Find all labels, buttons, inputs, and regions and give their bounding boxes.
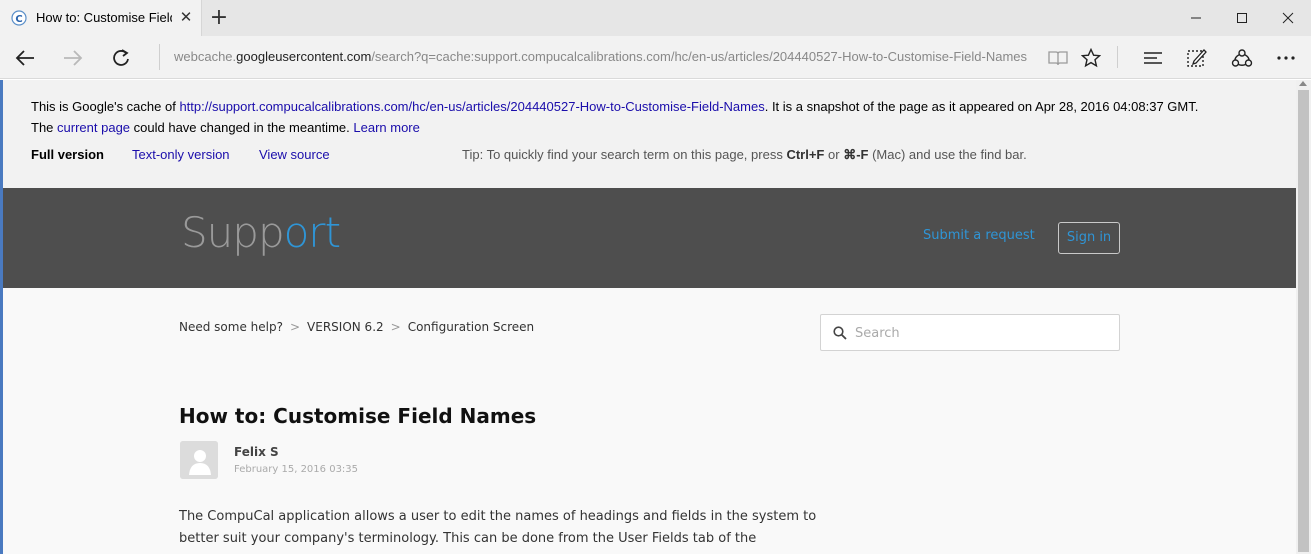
more-icon[interactable]	[1270, 42, 1302, 74]
refresh-icon[interactable]	[105, 42, 137, 74]
scroll-up-icon[interactable]	[1299, 81, 1307, 86]
share-icon[interactable]	[1226, 42, 1258, 74]
breadcrumb: Need some help? > VERSION 6.2 > Configuratio…	[179, 320, 534, 334]
vertical-scrollbar[interactable]	[1296, 80, 1311, 554]
search-icon	[833, 326, 847, 340]
current-page-link[interactable]: current page	[57, 120, 130, 135]
address-toolbar: webcache.googleusercontent.com/search?q=…	[0, 36, 1311, 79]
url-divider	[159, 44, 160, 70]
article-body-line: better suit your company's terminology. …	[179, 531, 757, 546]
toolbar-divider	[1117, 46, 1118, 68]
cache-notice-line2: The current page could have changed in t…	[31, 120, 420, 135]
find-tip: Tip: To quickly find your search term on…	[462, 147, 1027, 162]
scrollbar-thumb[interactable]	[1298, 90, 1309, 552]
tab-title: How to: Customise Field Names	[36, 10, 172, 25]
cached-url-link[interactable]: http://support.compucalcalibrations.com/…	[179, 99, 764, 114]
svg-text:C: C	[15, 14, 22, 25]
search-box[interactable]	[820, 314, 1120, 351]
google-cache-banner: This is Google's cache of http://support…	[0, 80, 1296, 188]
breadcrumb-item-version[interactable]: VERSION 6.2	[307, 320, 384, 334]
hub-icon[interactable]	[1137, 42, 1169, 74]
breadcrumb-item-configuration[interactable]: Configuration Screen	[408, 320, 534, 334]
reading-view-icon[interactable]	[1042, 42, 1074, 74]
article-title: How to: Customise Field Names	[179, 404, 537, 428]
text-only-version-link[interactable]: Text-only version	[132, 147, 230, 162]
breadcrumb-item-help[interactable]: Need some help?	[179, 320, 283, 334]
full-version-label: Full version	[31, 147, 104, 162]
back-icon[interactable]	[9, 42, 41, 74]
forward-icon[interactable]	[57, 42, 89, 74]
article-body: The CompuCal application allows a user t…	[179, 506, 819, 550]
url-field[interactable]: webcache.googleusercontent.com/search?q=…	[174, 49, 1027, 64]
cache-notice-line1: This is Google's cache of http://support…	[31, 99, 1199, 114]
new-tab-icon[interactable]: +	[208, 7, 230, 29]
page-viewport: This is Google's cache of http://support…	[0, 80, 1296, 554]
minimize-icon[interactable]	[1173, 0, 1219, 36]
close-tab-icon[interactable]: ✕	[178, 9, 194, 25]
close-window-icon[interactable]	[1265, 0, 1311, 36]
maximize-icon[interactable]	[1219, 0, 1265, 36]
author-name[interactable]: Felix S	[234, 445, 279, 459]
article-body-line: The CompuCal application allows a user t…	[179, 509, 817, 524]
browser-tab[interactable]: C How to: Customise Field Names ✕	[0, 0, 202, 36]
favorite-star-icon[interactable]	[1075, 42, 1107, 74]
breadcrumb-separator: >	[390, 320, 401, 334]
search-input[interactable]	[855, 324, 1105, 342]
sign-in-button[interactable]: Sign in	[1058, 222, 1120, 254]
breadcrumb-separator: >	[289, 320, 301, 334]
avatar	[180, 441, 218, 479]
web-note-icon[interactable]	[1181, 42, 1213, 74]
cache-favicon-icon: C	[11, 10, 27, 26]
window-left-edge	[0, 80, 3, 554]
learn-more-link[interactable]: Learn more	[353, 120, 419, 135]
support-logo[interactable]: Support	[181, 208, 341, 257]
article-date: February 15, 2016 03:35	[234, 464, 359, 475]
title-bar: C How to: Customise Field Names ✕ +	[0, 0, 1311, 36]
view-source-link[interactable]: View source	[259, 147, 330, 162]
site-header: Support Submit a request Sign in	[0, 188, 1296, 288]
submit-request-link[interactable]: Submit a request	[923, 228, 1035, 243]
